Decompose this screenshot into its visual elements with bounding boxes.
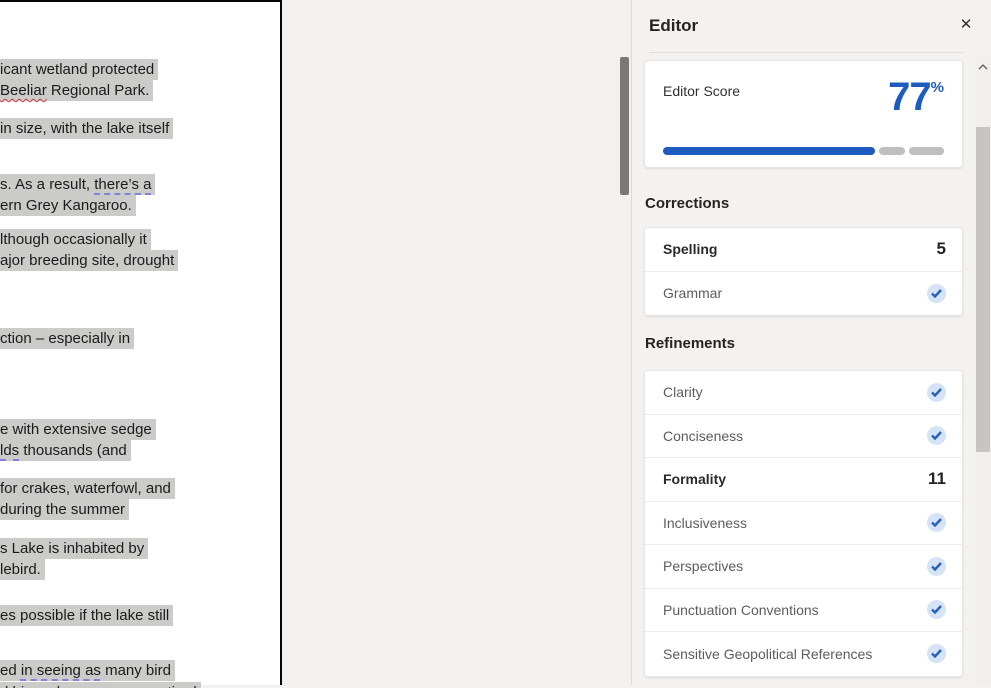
document-text-segment: es possible if the lake still [0, 607, 169, 624]
document-line[interactable]: Beeliar Regional Park. [0, 80, 153, 101]
document-line[interactable]: lebird. [0, 559, 45, 580]
document-text-segment: many bird [101, 662, 171, 679]
document-line[interactable]: in size, with the lake itself [0, 118, 173, 139]
header-divider [649, 52, 963, 53]
refinement-flagged-text: there’s a [94, 176, 151, 193]
score-bar-empty-segment [879, 147, 905, 155]
document-text-segment: lthough occasionally it [0, 231, 147, 248]
refinement-flagged-text: in seeing as [21, 662, 101, 679]
editor-score-value: 77% [888, 77, 944, 117]
document-line[interactable]: icant wetland protected [0, 59, 158, 80]
check-circle-icon [927, 513, 946, 532]
refinements-row-sensitive-geopolitical-references[interactable]: Sensitive Geopolitical References [645, 632, 962, 676]
row-label: Formality [663, 471, 726, 487]
refinements-row-punctuation-conventions[interactable]: Punctuation Conventions [645, 589, 962, 633]
row-label: Grammar [663, 285, 722, 301]
document-page[interactable]: icant wetland protected Beeliar Regional … [0, 0, 282, 685]
refinements-row-clarity[interactable]: Clarity [645, 371, 962, 415]
score-bar-filled-segment [663, 147, 875, 155]
document-line[interactable]: lds thousands (and [0, 440, 131, 461]
document-text-segment: icant wetland protected [0, 61, 154, 78]
row-label: Clarity [663, 384, 703, 400]
row-label: Sensitive Geopolitical References [663, 646, 872, 662]
check-circle-icon [927, 644, 946, 663]
editor-score-card: Editor Score 77% [644, 60, 963, 168]
document-line[interactable]: ction – especially in [0, 328, 134, 349]
corrections-row-grammar[interactable]: Grammar [645, 272, 962, 316]
editor-panel-header: Editor [649, 13, 951, 39]
document-text-segment: ction – especially in [0, 330, 130, 347]
document-line[interactable]: for crakes, waterfowl, and [0, 478, 175, 499]
refinement-flagged-text: lds [0, 442, 19, 459]
corrections-row-spelling[interactable]: Spelling 5 [645, 228, 962, 272]
document-line[interactable]: s. As a result, there’s a [0, 174, 155, 195]
document-scrollbar-thumb[interactable] [620, 57, 629, 195]
corrections-heading: Corrections [645, 195, 729, 212]
row-label: Conciseness [663, 428, 743, 444]
score-bar-empty-segment [909, 147, 944, 155]
refinements-row-perspectives[interactable]: Perspectives [645, 545, 962, 589]
row-label: Spelling [663, 241, 717, 257]
check-circle-icon [927, 600, 946, 619]
document-line[interactable]: e with extensive sedge [0, 419, 156, 440]
document-text-segment: s. As a result, [0, 176, 94, 193]
document-text-segment: ed [0, 662, 21, 679]
check-circle-icon [927, 383, 946, 402]
panel-scrollbar[interactable] [975, 55, 991, 685]
corrections-card: Spelling 5 Grammar [644, 227, 963, 316]
refinements-heading: Refinements [645, 335, 735, 352]
close-icon[interactable]: ✕ [955, 14, 977, 36]
spelling-flagged-text: Beeliar [0, 82, 47, 99]
row-label: Inclusiveness [663, 515, 747, 531]
document-line[interactable]: es possible if the lake still [0, 605, 173, 626]
document-line[interactable]: ern Grey Kangaroo. [0, 195, 136, 216]
document-line[interactable]: s Lake is inhabited by [0, 538, 148, 559]
editor-score-label: Editor Score [663, 77, 740, 99]
score-number: 77 [888, 75, 931, 119]
document-text-segment: e with extensive sedge [0, 421, 152, 438]
refinements-row-inclusiveness[interactable]: Inclusiveness [645, 502, 962, 546]
score-progress-bar [663, 147, 944, 155]
editor-panel: Editor ✕ Editor Score 77% Corrections Sp… [631, 0, 991, 685]
document-line[interactable]: lthough occasionally it [0, 229, 151, 250]
document-line[interactable]: ajor breeding site, drought [0, 250, 178, 271]
document-text-segment: in size, with the lake itself [0, 120, 169, 137]
document-text-segment: lebird. [0, 561, 41, 578]
scroll-up-icon[interactable] [975, 59, 991, 75]
panel-scrollbar-thumb[interactable] [976, 127, 990, 452]
document-text-segment: s Lake is inhabited by [0, 540, 144, 557]
document-text-segment: Regional Park. [47, 82, 150, 99]
check-circle-icon [927, 426, 946, 445]
refinements-card: Clarity Conciseness Formality 11 Inclusivene… [644, 370, 963, 677]
panel-title: Editor [649, 16, 698, 36]
document-text-segment: thousands (and [19, 442, 127, 459]
document-text-segment: ern Grey Kangaroo. [0, 197, 132, 214]
check-circle-icon [927, 557, 946, 576]
document-text-segment: ajor breeding site, drought [0, 252, 174, 269]
document-line[interactable]: ed in seeing as many bird [0, 660, 175, 681]
check-circle-icon [927, 284, 946, 303]
row-label: Punctuation Conventions [663, 602, 819, 618]
document-text-segment: for crakes, waterfowl, and [0, 480, 171, 497]
document-text-segment: during the summer [0, 501, 125, 518]
issue-count: 11 [928, 469, 946, 489]
refinements-row-formality[interactable]: Formality 11 [645, 458, 962, 502]
row-label: Perspectives [663, 558, 743, 574]
document-line[interactable]: d binoculars spares your tired [0, 682, 201, 688]
score-percent-sign: % [931, 79, 944, 96]
refinements-row-conciseness[interactable]: Conciseness [645, 415, 962, 459]
issue-count: 5 [937, 239, 946, 259]
document-line[interactable]: during the summer [0, 499, 129, 520]
